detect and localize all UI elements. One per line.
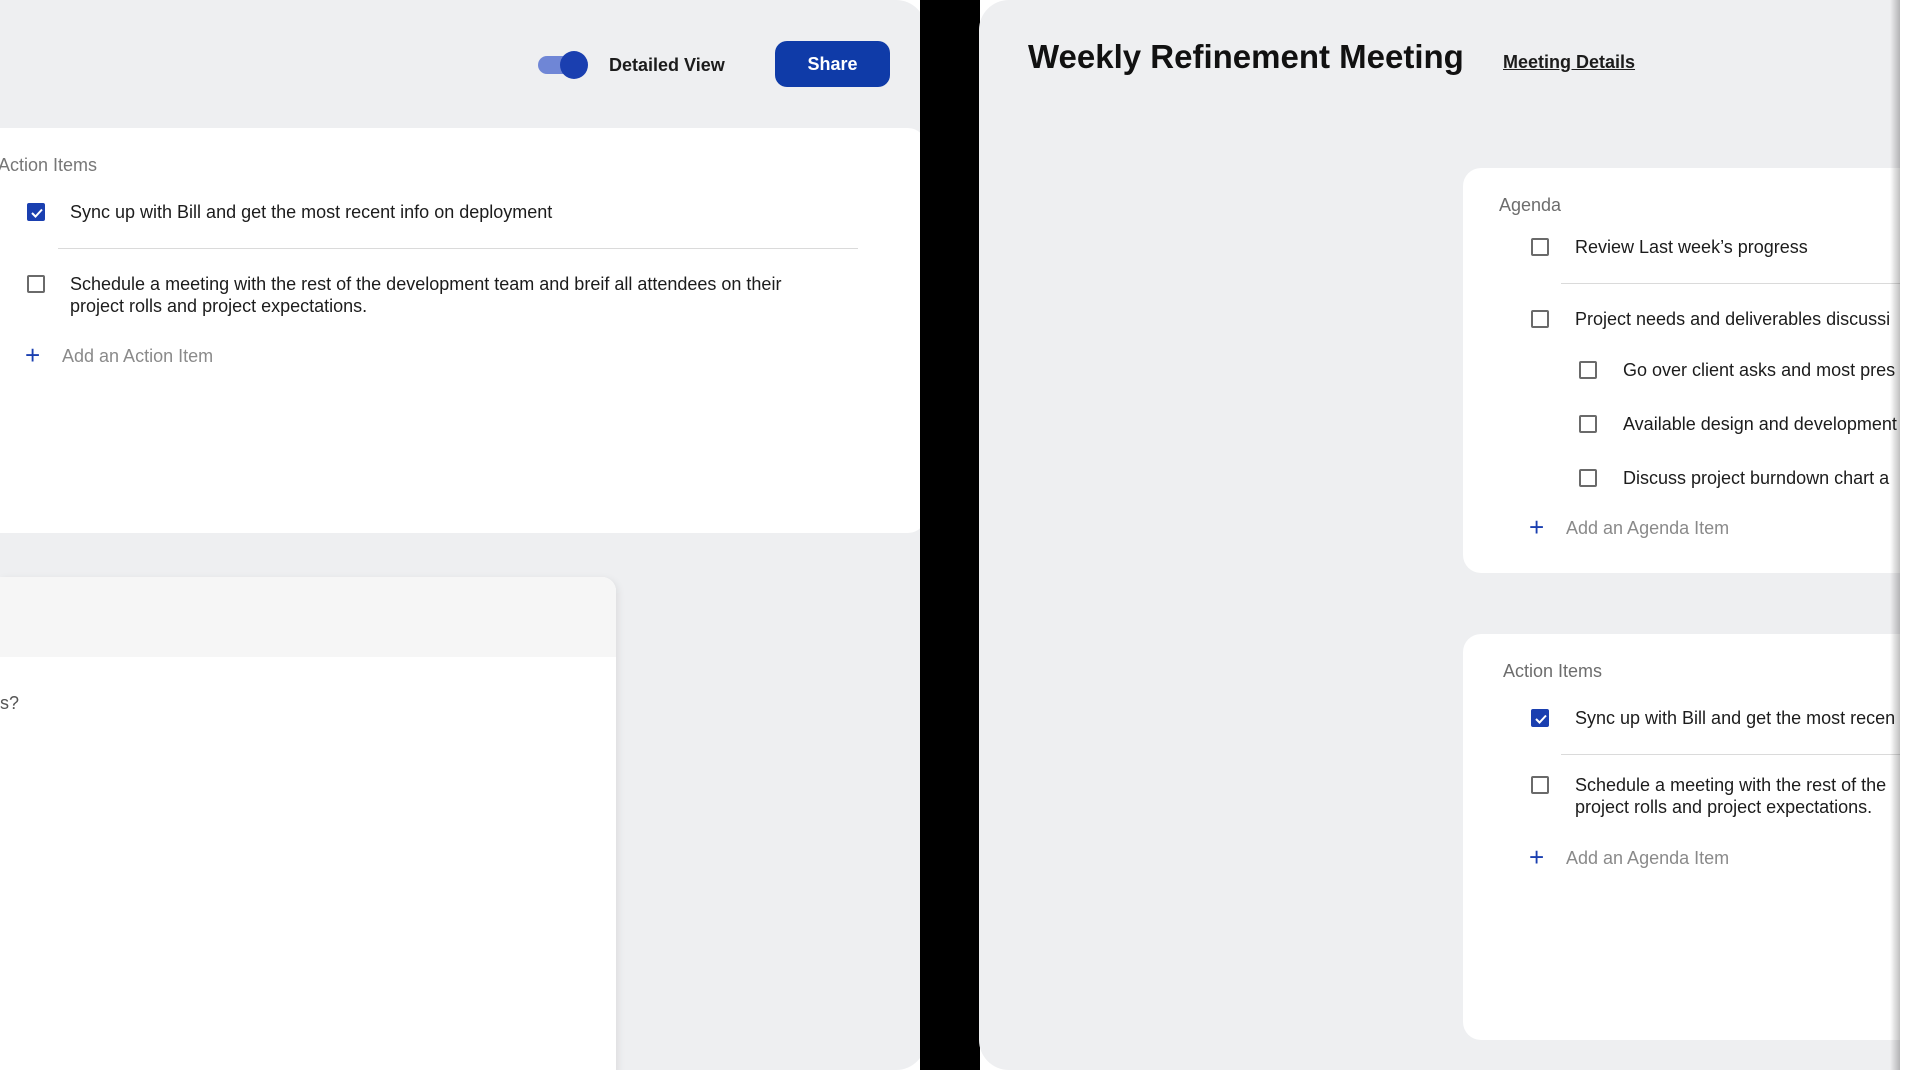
action-items-card-right: Action Items Sync up with Bill and get t… bbox=[1463, 634, 1903, 1040]
add-icon[interactable]: + bbox=[25, 342, 40, 368]
agenda-card: Agenda Review Last week’s progress Proje… bbox=[1463, 168, 1903, 573]
action-item-text: Sync up with Bill and get the most recen bbox=[1575, 708, 1896, 728]
add-agenda-item-button[interactable]: Add an Agenda Item bbox=[1566, 848, 1729, 869]
agenda-item-checkbox[interactable] bbox=[1531, 310, 1549, 328]
notes-card-header bbox=[0, 577, 616, 657]
agenda-subitem-text: Go over client asks and most pres bbox=[1623, 360, 1896, 380]
add-icon[interactable]: + bbox=[1529, 844, 1544, 870]
toggle-knob bbox=[560, 51, 588, 79]
agenda-subitem-text: Discuss project burndown chart a bbox=[1623, 468, 1890, 488]
action-item-checkbox[interactable] bbox=[1531, 776, 1549, 794]
action-items-card: Action Items Sync up with Bill and get t… bbox=[0, 128, 926, 533]
divider bbox=[1561, 283, 1903, 284]
action-item-text: Sync up with Bill and get the most recen… bbox=[70, 202, 553, 222]
agenda-subitem-checkbox[interactable] bbox=[1579, 415, 1597, 433]
left-panel: Detailed View Share Action Items Sync up… bbox=[0, 0, 926, 1070]
action-items-label: Action Items bbox=[0, 155, 98, 175]
agenda-subitem-text: Available design and development bbox=[1623, 414, 1897, 434]
agenda-subitem-checkbox[interactable] bbox=[1579, 361, 1597, 379]
add-icon[interactable]: + bbox=[1529, 514, 1544, 540]
check-icon bbox=[1535, 714, 1547, 724]
divider bbox=[1561, 754, 1903, 755]
action-item-checkbox[interactable] bbox=[27, 275, 45, 293]
detailed-view-toggle[interactable] bbox=[538, 51, 588, 79]
add-agenda-item-button[interactable]: Add an Agenda Item bbox=[1566, 518, 1729, 539]
action-item-checkbox[interactable] bbox=[1531, 709, 1549, 727]
check-icon bbox=[31, 208, 43, 218]
agenda-item-checkbox[interactable] bbox=[1531, 238, 1549, 256]
question-text: s? bbox=[0, 693, 20, 713]
agenda-label: Agenda bbox=[1499, 195, 1562, 215]
action-item-text-line2: project rolls and project expectations. bbox=[70, 296, 368, 316]
add-action-item-button[interactable]: Add an Action Item bbox=[62, 346, 213, 367]
page-title: Weekly Refinement Meeting bbox=[1028, 38, 1464, 75]
action-item-text-line1: Schedule a meeting with the rest of the … bbox=[70, 274, 782, 294]
agenda-subitem-checkbox[interactable] bbox=[1579, 469, 1597, 487]
action-item-text-line2: project rolls and project expectations. bbox=[1575, 797, 1873, 817]
detailed-view-label: Detailed View bbox=[609, 55, 725, 75]
meeting-details-link[interactable]: Meeting Details bbox=[1503, 52, 1635, 73]
screen-edge bbox=[1900, 0, 1920, 1070]
notes-card: s? bbox=[0, 577, 616, 1070]
action-item-text-line1: Schedule a meeting with the rest of the bbox=[1575, 775, 1887, 795]
divider bbox=[58, 248, 858, 249]
screen-gap bbox=[920, 0, 980, 1070]
action-items-label: Action Items bbox=[1503, 661, 1603, 681]
agenda-item-text: Project needs and deliverables discussi bbox=[1575, 309, 1891, 329]
right-panel: Weekly Refinement Meeting Meeting Detail… bbox=[979, 0, 1903, 1070]
action-item-checkbox[interactable] bbox=[27, 203, 45, 221]
agenda-item-text: Review Last week’s progress bbox=[1575, 237, 1808, 257]
share-button[interactable]: Share bbox=[775, 41, 890, 87]
